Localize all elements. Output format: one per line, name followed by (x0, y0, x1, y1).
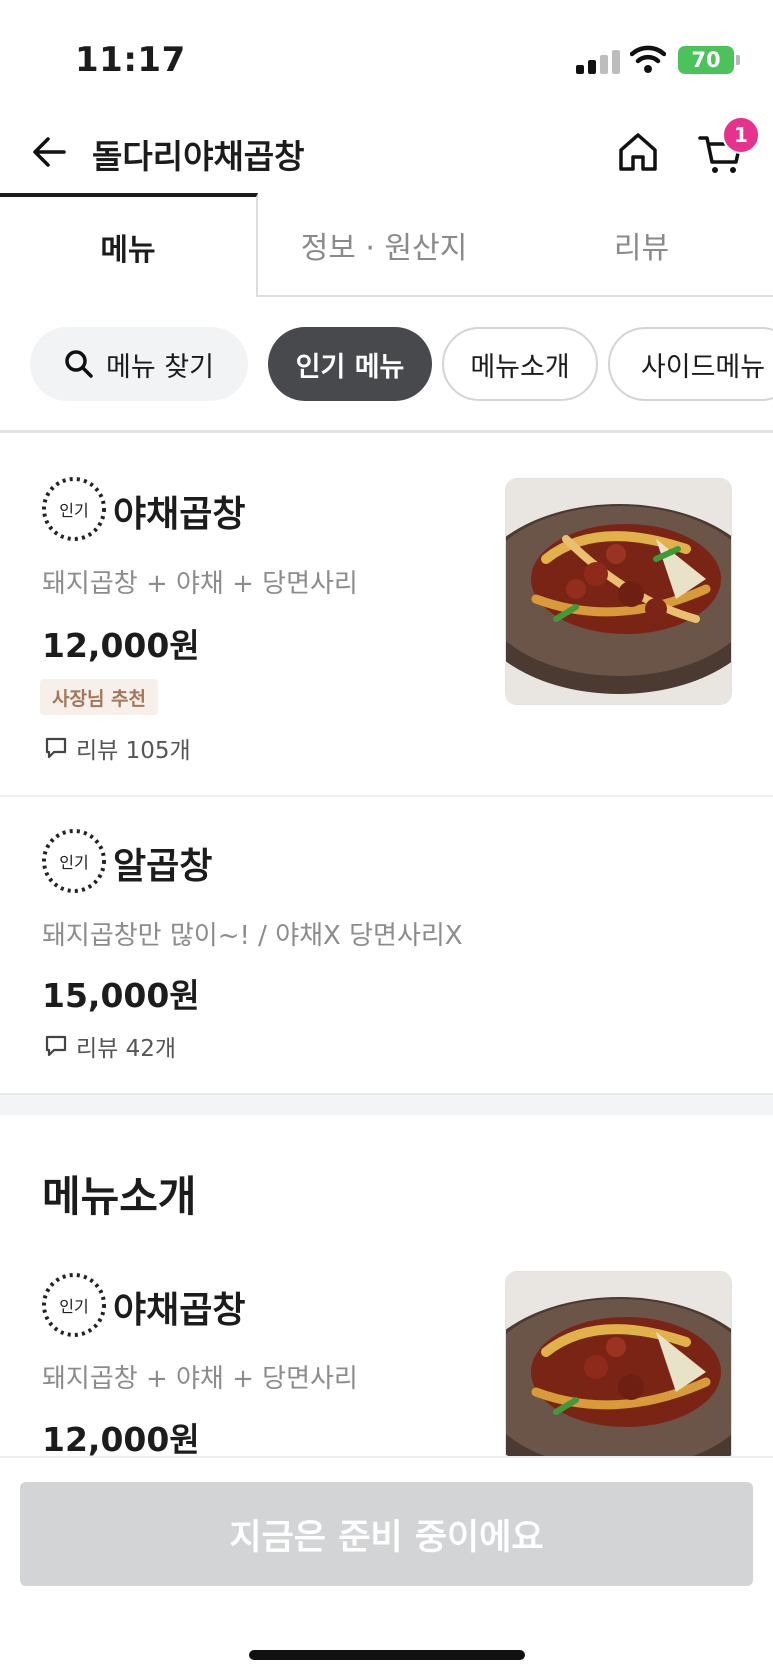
popular-badge-label: 인기 (59, 853, 89, 872)
popular-badge-icon: 인기 (40, 1271, 108, 1339)
menu-item-photo[interactable] (505, 1271, 732, 1456)
status-time: 11:17 (75, 40, 186, 80)
store-header: 돌다리야채곱창 1 (0, 110, 773, 200)
menu-item-review-count: 리뷰 42개 (44, 1029, 176, 1063)
menu-item-yachae-gopchang[interactable]: 인기 야채곱창 돼지곱창 + 야채 + 당면사리 12,000원 사장님 추천 … (0, 433, 773, 795)
tab-menu[interactable]: 메뉴 (0, 193, 258, 297)
menu-search-button[interactable]: 메뉴 찾기 (30, 327, 248, 401)
review-count-label: 리뷰 42개 (76, 1036, 177, 1062)
battery-level: 70 (691, 48, 721, 72)
owner-recommend-badge: 사장님 추천 (40, 679, 159, 715)
cart-count-badge: 1 (722, 116, 760, 154)
popular-badge-icon: 인기 (40, 475, 108, 543)
menu-item-price: 12,000원 (42, 1420, 200, 1456)
menu-item-name: 알곱창 (113, 846, 213, 887)
menu-item-description: 돼지곱창만 많이~! / 야채X 당면사리X (42, 921, 463, 951)
comment-icon (45, 1035, 67, 1057)
search-icon (65, 350, 93, 378)
chip-menu-intro[interactable]: 메뉴소개 (442, 327, 598, 401)
popular-badge-icon: 인기 (40, 827, 108, 895)
comment-icon (45, 737, 67, 759)
back-arrow-icon[interactable] (30, 132, 70, 172)
popular-badge-label: 인기 (59, 501, 89, 520)
store-title: 돌다리야채곱창 (92, 137, 305, 176)
status-bar: 11:17 70 (0, 0, 773, 110)
menu-item-photo[interactable] (505, 478, 732, 705)
menu-item-name: 야채곱창 (113, 1290, 246, 1331)
chip-side-menu[interactable]: 사이드메뉴 (608, 327, 773, 401)
battery-icon: 70 (678, 46, 740, 74)
section-separator (0, 1093, 773, 1115)
home-icon[interactable] (616, 130, 660, 174)
review-count-label: 리뷰 105개 (76, 738, 191, 764)
category-chips: 메뉴 찾기 인기 메뉴 메뉴소개 사이드메뉴 (0, 325, 773, 405)
home-indicator (249, 1650, 525, 1660)
order-disabled-button[interactable]: 지금은 준비 중이에요 (20, 1482, 753, 1586)
popular-badge-label: 인기 (59, 1297, 89, 1316)
active-tab-mask (0, 295, 256, 297)
chip-popular-menu[interactable]: 인기 메뉴 (268, 327, 432, 401)
menu-item-description: 돼지곱창 + 야채 + 당면사리 (42, 1364, 358, 1394)
menu-item-price: 12,000원 (42, 626, 200, 665)
tab-info-origin[interactable]: 정보 · 원산지 (258, 193, 510, 297)
section-title-menu-intro: 메뉴소개 (42, 1172, 197, 1221)
menu-item-review-count: 리뷰 105개 (44, 731, 191, 765)
menu-search-label: 메뉴 찾기 (106, 351, 214, 383)
menu-item-description: 돼지곱창 + 야채 + 당면사리 (42, 569, 358, 599)
tab-reviews[interactable]: 리뷰 (510, 193, 773, 297)
menu-item-al-gopchang[interactable]: 인기 알곱창 돼지곱창만 많이~! / 야채X 당면사리X 15,000원 리뷰… (0, 797, 773, 1095)
wifi-icon (630, 45, 666, 73)
menu-item-yachae-gopchang-intro[interactable]: 인기 야채곱창 돼지곱창 + 야채 + 당면사리 12,000원 (0, 1243, 773, 1456)
menu-item-price: 15,000원 (42, 976, 200, 1015)
menu-item-name: 야채곱창 (113, 494, 246, 535)
bottom-order-bar: 지금은 준비 중이에요 (0, 1456, 773, 1674)
store-tabs: 메뉴 정보 · 원산지 리뷰 (0, 193, 773, 297)
cellular-signal-icon (576, 50, 620, 74)
